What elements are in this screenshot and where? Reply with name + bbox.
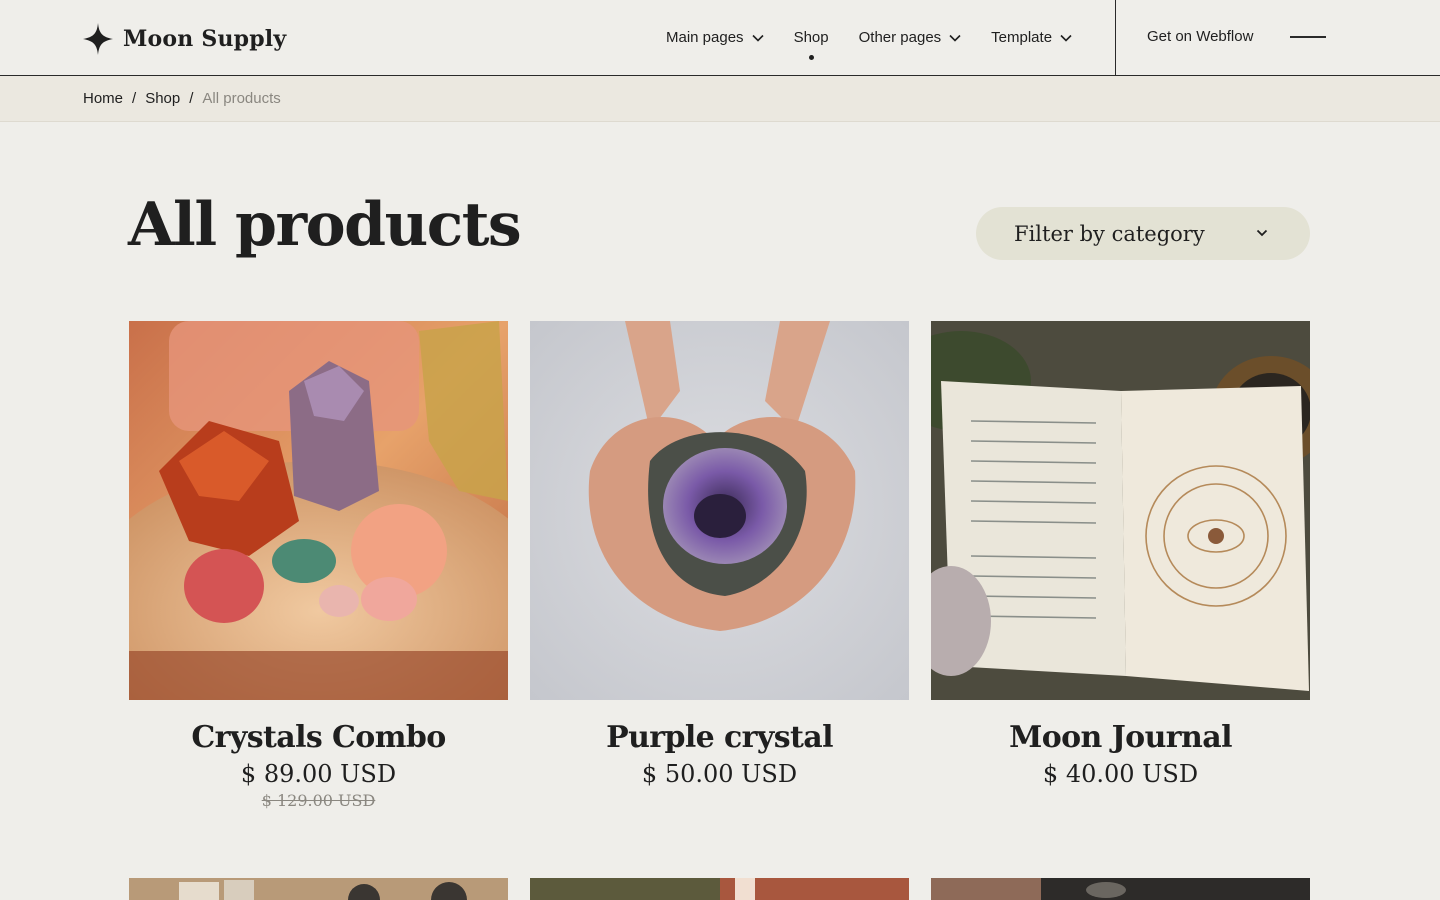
breadcrumb-separator: / xyxy=(132,90,137,107)
product-card-purple-crystal[interactable]: Purple crystal $ 50.00 USD xyxy=(530,321,909,788)
active-indicator-dot xyxy=(809,55,815,60)
filter-label: Filter by category xyxy=(1014,221,1205,246)
chevron-down-icon xyxy=(1256,229,1268,237)
menu-toggle-button[interactable] xyxy=(1282,20,1332,54)
breadcrumb-separator: / xyxy=(189,90,194,107)
product-image-crystals-combo[interactable] xyxy=(129,321,508,700)
chevron-down-icon xyxy=(1060,34,1072,42)
product-price: $ 89.00 USD xyxy=(240,760,397,788)
nav-shop[interactable]: Shop xyxy=(793,29,829,60)
sparkle-star-icon xyxy=(83,23,113,55)
filter-by-category-dropdown[interactable]: Filter by category xyxy=(976,207,1310,260)
nav-template[interactable]: Template xyxy=(991,29,1072,46)
breadcrumb-bar: Home / Shop / All products xyxy=(0,76,1440,122)
product-card-partial[interactable] xyxy=(129,878,508,900)
menu-line-icon xyxy=(1290,36,1326,38)
brand-name: Moon Supply xyxy=(123,26,287,52)
product-compare-price: $ 129.00 USD xyxy=(261,791,376,810)
product-image-purple-crystal[interactable] xyxy=(530,321,909,700)
nav-main-pages-label: Main pages xyxy=(666,29,744,46)
nav-shop-label: Shop xyxy=(793,29,829,46)
nav-template-label: Template xyxy=(991,29,1053,46)
product-name[interactable]: Crystals Combo xyxy=(129,720,508,755)
breadcrumb-shop-link[interactable]: Shop xyxy=(145,90,180,107)
product-card-partial[interactable] xyxy=(931,878,1310,900)
product-price: $ 40.00 USD xyxy=(1042,760,1199,788)
main-nav: Main pages Shop Other pages Template xyxy=(666,0,1102,75)
breadcrumb-home-link[interactable]: Home xyxy=(83,90,123,107)
header-divider xyxy=(1115,0,1116,75)
product-card-partial[interactable] xyxy=(530,878,909,900)
brand-logo-link[interactable]: Moon Supply xyxy=(83,22,286,56)
product-price: $ 50.00 USD xyxy=(641,760,798,788)
get-on-webflow-link[interactable]: Get on Webflow xyxy=(1147,28,1253,45)
chevron-down-icon xyxy=(751,34,764,42)
site-header: Moon Supply Main pages Shop Other pages … xyxy=(0,0,1440,76)
chevron-down-icon xyxy=(949,34,961,42)
product-image-moon-journal[interactable] xyxy=(931,321,1310,700)
nav-main-pages[interactable]: Main pages xyxy=(666,29,764,46)
product-card-moon-journal[interactable]: Moon Journal $ 40.00 USD xyxy=(931,321,1310,788)
breadcrumb-current: All products xyxy=(202,90,281,107)
nav-other-pages[interactable]: Other pages xyxy=(859,29,962,46)
product-name[interactable]: Moon Journal xyxy=(931,720,1310,755)
nav-other-pages-label: Other pages xyxy=(858,29,942,46)
page-title: All products xyxy=(128,190,522,260)
breadcrumb: Home / Shop / All products xyxy=(83,90,281,107)
product-card-crystals-combo[interactable]: Crystals Combo $ 89.00 USD $ 129.00 USD xyxy=(129,321,508,810)
product-name[interactable]: Purple crystal xyxy=(530,720,909,755)
